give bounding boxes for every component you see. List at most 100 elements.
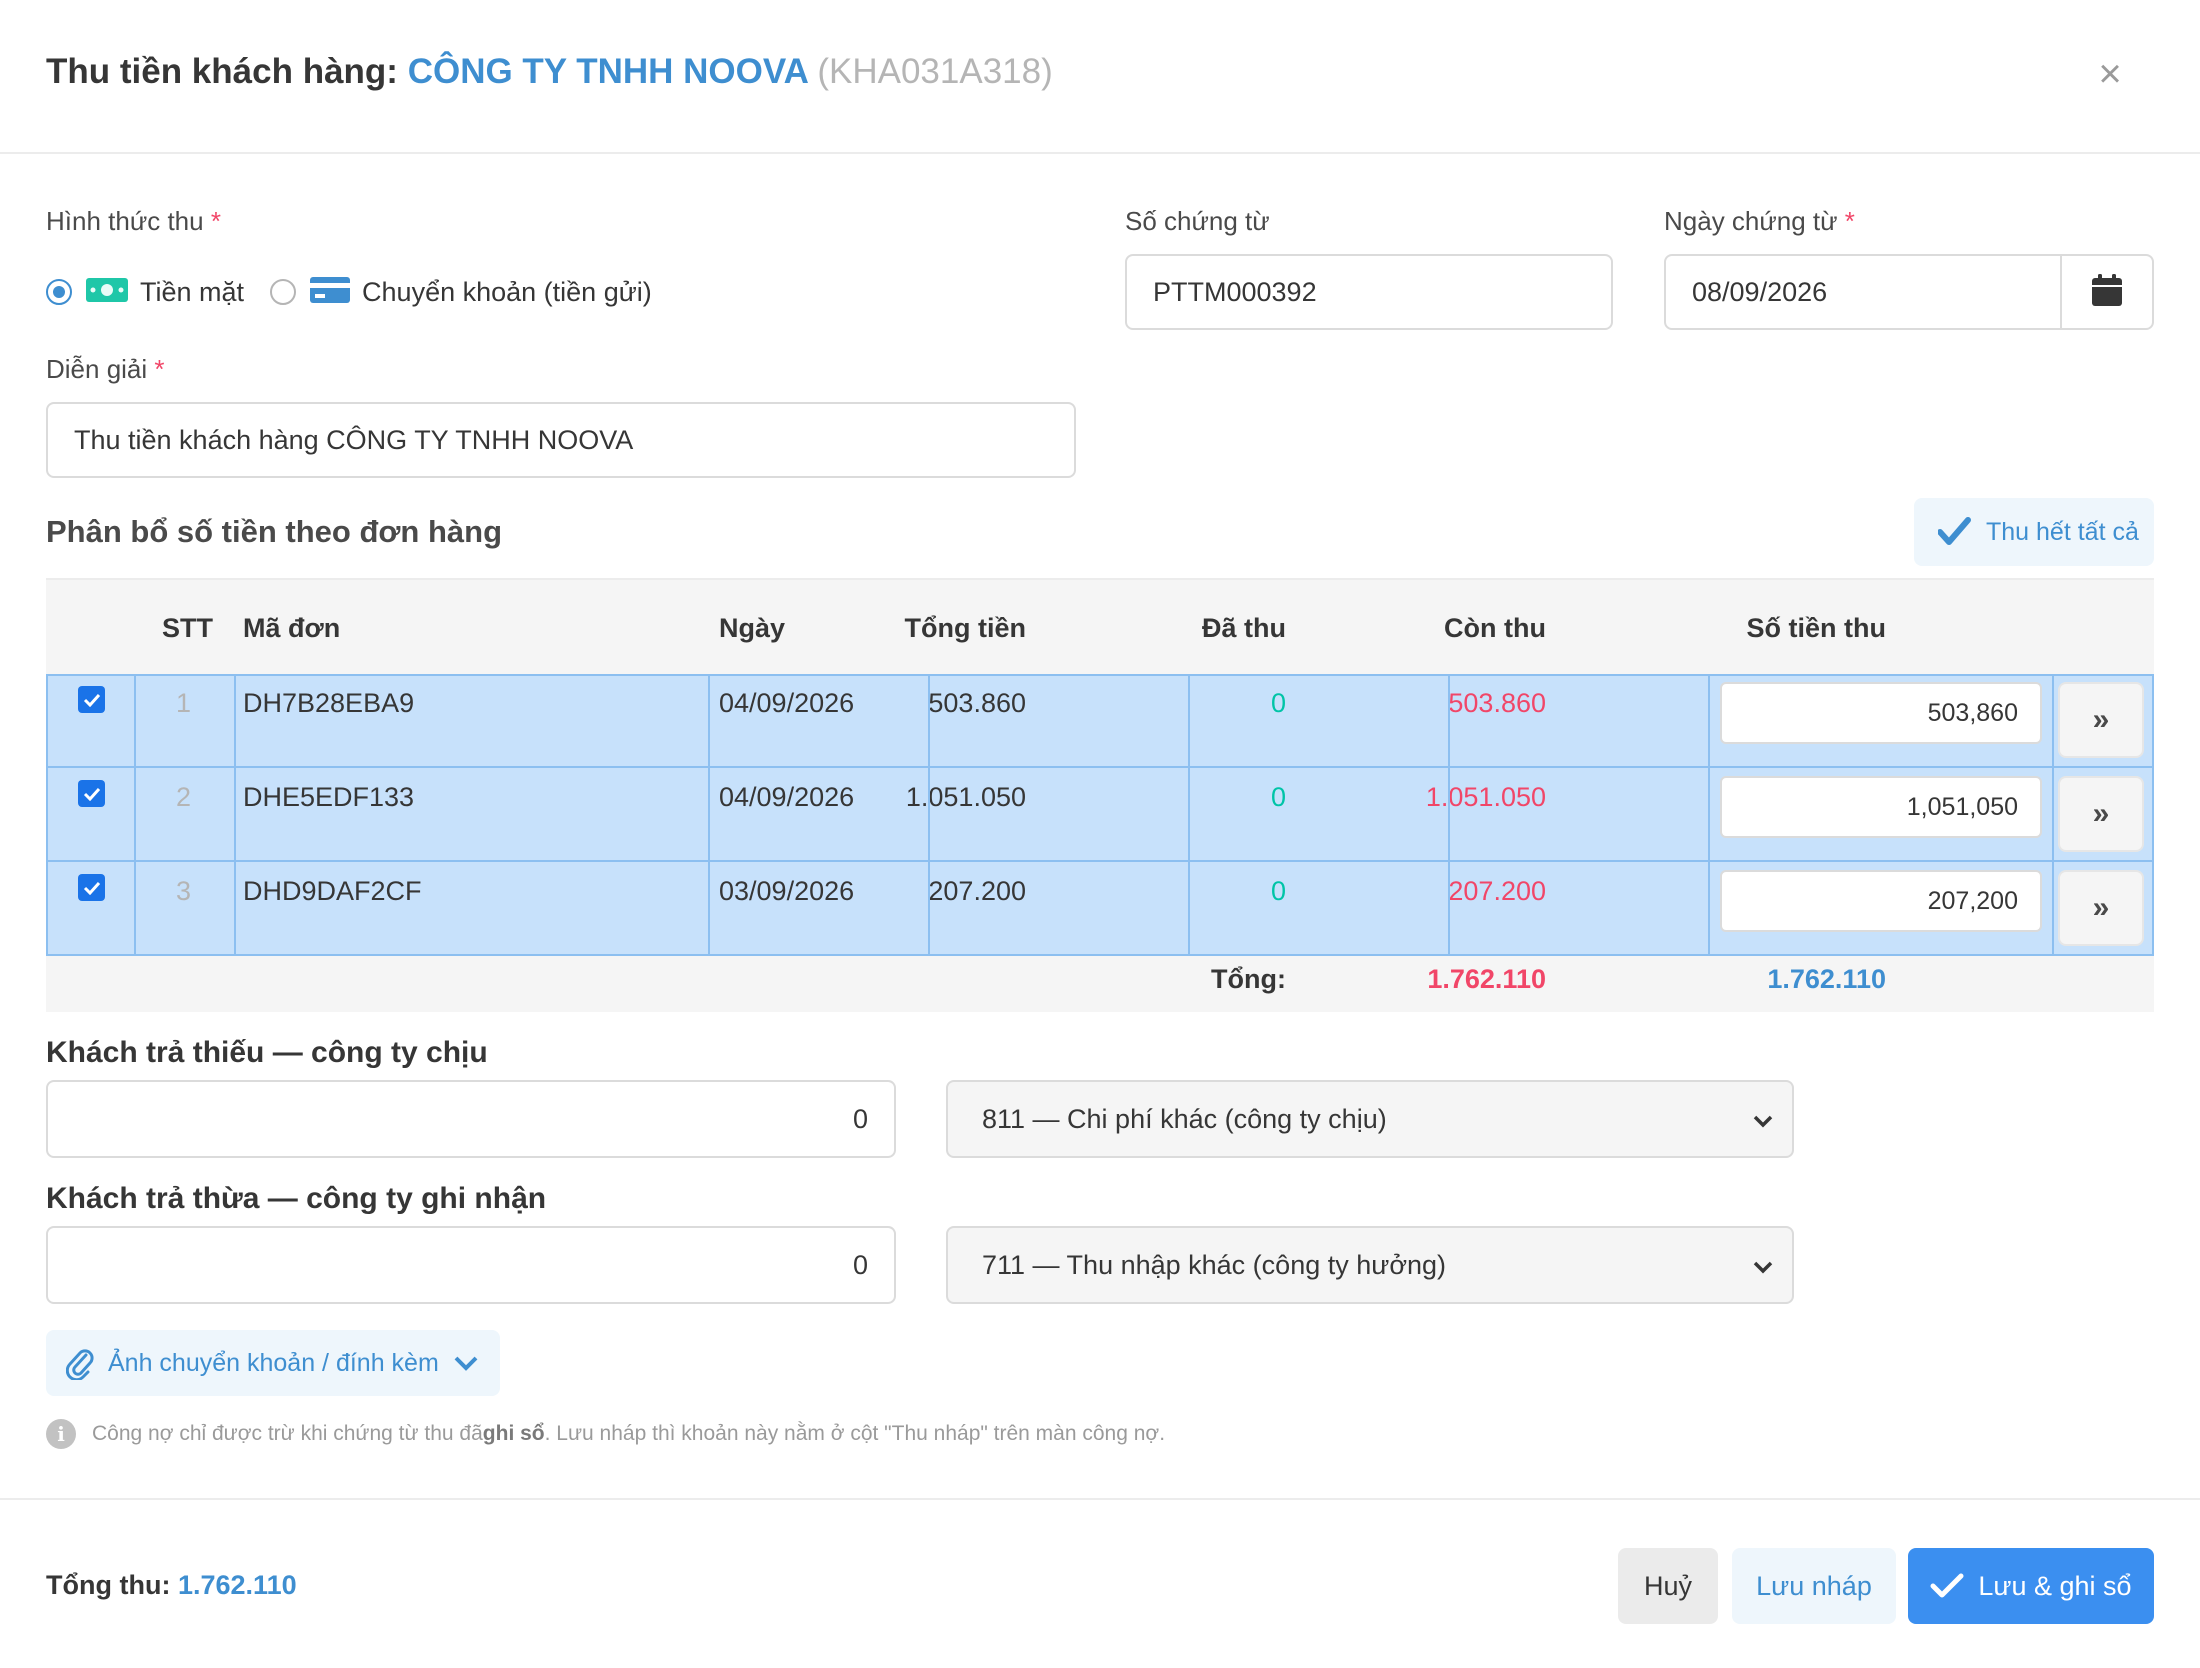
chevron-down-icon <box>1752 1108 1774 1139</box>
radio-transfer[interactable] <box>270 279 297 305</box>
calendar-button[interactable] <box>2060 254 2154 330</box>
radio-cash-label[interactable]: Tiền mặt <box>140 277 244 308</box>
row-amount-input[interactable]: 207,200 <box>1720 870 2042 932</box>
chevron-down-icon <box>453 1353 479 1373</box>
method-label: Hình thức thu * <box>46 206 221 237</box>
table-footer: Tổng: 1.762.110 1.762.110 <box>46 956 2154 1012</box>
row-checkbox[interactable] <box>78 874 105 901</box>
footer-total-label: Tổng thu: <box>46 1570 171 1600</box>
row-amount-input[interactable]: 1,051,050 <box>1720 776 2042 838</box>
double-chevron-right-icon: » <box>2092 703 2110 736</box>
payment-modal: Thu tiền khách hàng: CÔNG TY TNHH NOOVA … <box>0 0 2200 1668</box>
check-icon <box>1930 1572 1964 1600</box>
doc-date-input[interactable]: 08/09/2026 <box>1664 254 2062 330</box>
doc-no-input[interactable]: PTTM000392 <box>1125 254 1613 330</box>
double-chevron-right-icon: » <box>2092 891 2110 924</box>
col-stt: STT <box>162 613 213 643</box>
fill-remaining-button[interactable]: » <box>2058 870 2144 946</box>
overpay-amount-input[interactable]: 0 <box>46 1226 896 1304</box>
posting-note: i Công nợ chỉ được trừ khi chứng từ thu … <box>46 1416 1165 1452</box>
table-row: 3 DHD9DAF2CF 03/09/2026 207.200 0 207.20… <box>46 862 2154 956</box>
close-icon[interactable]: × <box>2090 54 2130 94</box>
collect-all-label: Thu hết tất cả <box>1986 517 2139 546</box>
row-paid: 0 <box>1270 782 1286 812</box>
row-total: 207.200 <box>928 876 1026 906</box>
cancel-button[interactable]: Huỷ <box>1618 1548 1718 1624</box>
row-code: DHD9DAF2CF <box>243 876 422 906</box>
collect-all-button[interactable]: Thu hết tất cả <box>1914 498 2154 566</box>
row-remaining: 503.860 <box>1448 688 1546 718</box>
underpay-account-value: 811 — Chi phí khác (công ty chịu) <box>982 1103 1387 1134</box>
row-code: DHE5EDF133 <box>243 782 415 812</box>
column-divider <box>708 674 710 956</box>
fill-remaining-button[interactable]: » <box>2058 682 2144 758</box>
underpay-account-select[interactable]: 811 — Chi phí khác (công ty chịu) <box>946 1080 1794 1158</box>
overpay-account-value: 711 — Thu nhập khác (công ty hưởng) <box>982 1249 1447 1280</box>
table-row: 1 DH7B28EBA9 04/09/2026 503.860 0 503.86… <box>46 674 2154 768</box>
row-checkbox[interactable] <box>78 686 105 713</box>
double-chevron-right-icon: » <box>2092 797 2110 830</box>
column-divider <box>134 674 136 956</box>
credit-card-icon <box>310 275 351 310</box>
doc-date-label: Ngày chứng từ * <box>1664 206 1855 237</box>
save-draft-button[interactable]: Lưu nháp <box>1732 1548 1896 1624</box>
table-header: STT Mã đơn Ngày Tổng tiền Đã thu Còn thu… <box>46 578 2154 674</box>
radio-transfer-label[interactable]: Chuyển khoản (tiền gửi) <box>362 277 652 308</box>
fill-remaining-button[interactable]: » <box>2058 776 2144 852</box>
footer-total-value: 1.762.110 <box>177 1570 297 1600</box>
row-amount-input[interactable]: 503,860 <box>1720 682 2042 744</box>
column-divider <box>1188 674 1190 956</box>
chevron-down-icon <box>1752 1254 1774 1285</box>
note-text-before: Công nợ chỉ được trừ khi chứng từ thu đã <box>92 1422 483 1445</box>
footer-total: Tổng thu: 1.762.110 <box>46 1570 297 1601</box>
modal-header: Thu tiền khách hàng: CÔNG TY TNHH NOOVA … <box>0 0 2200 154</box>
row-stt: 1 <box>176 688 192 718</box>
paperclip-icon <box>66 1346 94 1380</box>
table-row: 2 DHE5EDF133 04/09/2026 1.051.050 0 1.05… <box>46 768 2154 862</box>
underpay-title: Khách trả thiếu — công ty chịu <box>46 1036 488 1069</box>
method-radio-group: Tiền mặt Chuyển khoản (tiền gửi) <box>46 272 678 312</box>
column-divider <box>1448 674 1450 956</box>
row-paid: 0 <box>1270 876 1286 906</box>
modal-footer: Tổng thu: 1.762.110 Huỷ Lưu nháp Lưu & g… <box>0 1498 2200 1668</box>
row-remaining: 1.051.050 <box>1425 782 1546 812</box>
method-label-text: Hình thức thu <box>46 206 204 236</box>
col-amount: Số tiền thu <box>1746 613 1886 643</box>
attachment-toggle-button[interactable]: Ảnh chuyển khoản / đính kèm <box>46 1330 500 1396</box>
column-divider <box>2052 674 2054 956</box>
row-stt: 3 <box>176 876 192 906</box>
total-label: Tổng: <box>1211 964 1286 994</box>
note-text-after: . Lưu nháp thì khoản này nằm ở cột "Thu … <box>544 1422 1166 1445</box>
overpay-title: Khách trả thừa — công ty ghi nhận <box>46 1182 547 1215</box>
customer-name: CÔNG TY TNHH NOOVA <box>407 52 808 91</box>
description-label-text: Diễn giải <box>46 354 148 384</box>
radio-cash[interactable] <box>46 279 72 305</box>
info-icon: i <box>46 1419 76 1449</box>
money-icon <box>86 276 128 309</box>
column-divider <box>234 674 236 956</box>
title-prefix: Thu tiền khách hàng: <box>46 52 398 91</box>
column-divider <box>46 674 48 956</box>
double-check-icon <box>1938 516 1972 548</box>
allocation-title: Phân bổ số tiền theo đơn hàng <box>46 514 503 549</box>
note-text-bold: ghi sổ <box>482 1422 545 1445</box>
doc-no-label: Số chứng từ <box>1125 206 1270 236</box>
column-divider <box>928 674 930 956</box>
required-mark: * <box>1844 206 1855 236</box>
total-amount: 1.762.110 <box>1767 964 1886 994</box>
required-mark: * <box>154 354 165 384</box>
col-remaining: Còn thu <box>1444 613 1546 643</box>
column-divider <box>2152 674 2154 956</box>
underpay-amount-input[interactable]: 0 <box>46 1080 896 1158</box>
total-remaining: 1.762.110 <box>1427 964 1546 994</box>
row-stt: 2 <box>176 782 192 812</box>
row-code: DH7B28EBA9 <box>243 688 415 718</box>
row-divider <box>46 674 2154 676</box>
row-total: 1.051.050 <box>905 782 1026 812</box>
required-mark: * <box>210 206 221 236</box>
save-post-button[interactable]: Lưu & ghi sổ <box>1908 1548 2154 1624</box>
description-input[interactable]: Thu tiền khách hàng CÔNG TY TNHH NOOVA <box>46 402 1076 478</box>
doc-date-label-text: Ngày chứng từ <box>1664 206 1838 236</box>
overpay-account-select[interactable]: 711 — Thu nhập khác (công ty hưởng) <box>946 1226 1794 1304</box>
row-checkbox[interactable] <box>78 780 105 807</box>
